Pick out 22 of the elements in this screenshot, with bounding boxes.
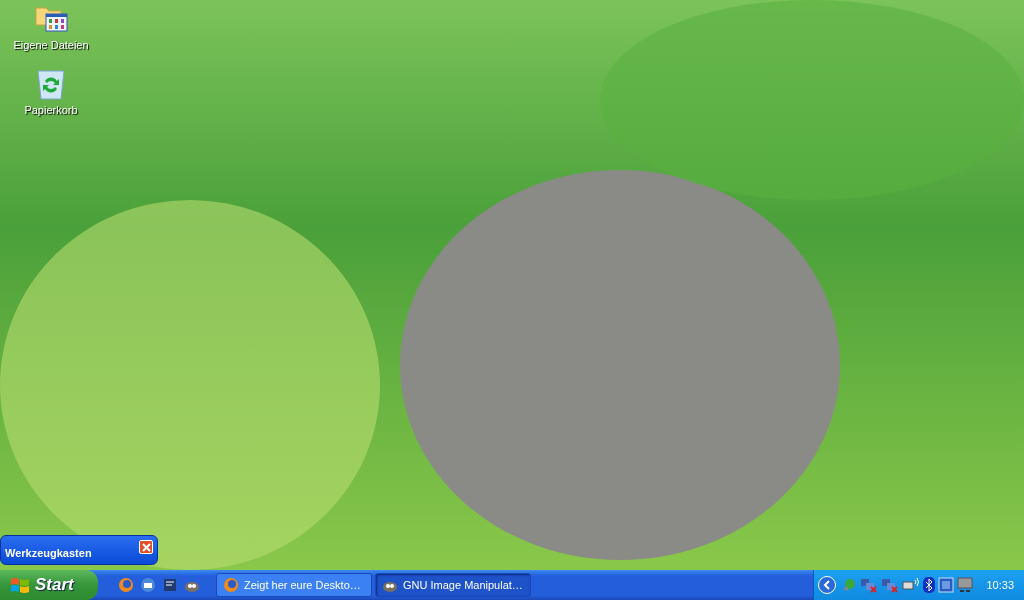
recycle-bin-icon[interactable] xyxy=(34,67,68,101)
clock: 10:33 xyxy=(986,579,1014,591)
desktop-icon-label[interactable]: Papierkorb xyxy=(24,104,78,116)
computer-icon[interactable] xyxy=(957,577,974,593)
bluetooth-icon[interactable] xyxy=(923,577,936,593)
taskbar-button[interactable]: GNU Image Manipulat… xyxy=(375,573,531,597)
desktop-icon-label[interactable]: Eigene Dateien xyxy=(13,39,89,51)
browser-icon xyxy=(223,577,239,593)
desktop-icon[interactable] xyxy=(162,577,178,593)
close-icon xyxy=(141,542,151,552)
windows-logo-icon xyxy=(10,576,30,594)
taskbar-button[interactable]: Zeigt her eure Deskto… xyxy=(216,573,372,597)
network-icon[interactable] xyxy=(881,577,900,593)
chevron-button[interactable] xyxy=(818,576,837,594)
start-button[interactable]: Start xyxy=(0,570,98,600)
chevron-left-icon xyxy=(823,580,832,590)
mail-icon[interactable] xyxy=(140,577,156,593)
close-button[interactable] xyxy=(139,540,153,554)
browser-icon[interactable] xyxy=(118,577,134,593)
wireless-icon[interactable] xyxy=(902,577,921,593)
network-icon[interactable] xyxy=(860,577,879,593)
window-title: Werkzeugkasten xyxy=(5,547,92,561)
